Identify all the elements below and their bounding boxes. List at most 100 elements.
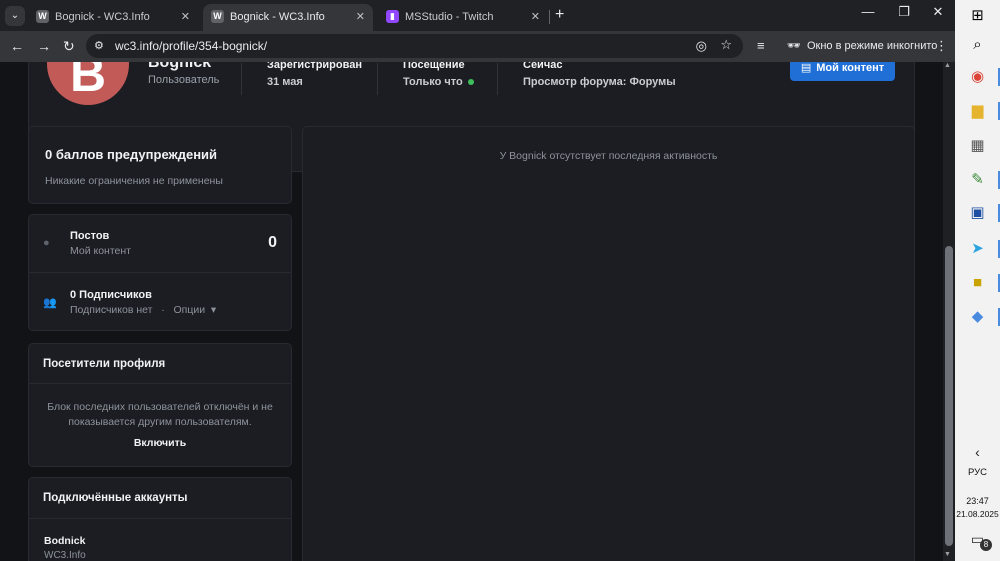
- profile-role: Пользователь: [148, 74, 220, 86]
- scroll-down-arrow[interactable]: ▼: [944, 551, 951, 558]
- incognito-icon: 🕶: [787, 40, 801, 52]
- tab-search-button[interactable]: ⌄: [5, 6, 25, 26]
- divider: [497, 63, 498, 95]
- search-icon[interactable]: ⌕: [955, 34, 1000, 56]
- site-favicon: W: [36, 10, 49, 23]
- chrome-icon[interactable]: ◉: [955, 66, 1000, 88]
- account-name[interactable]: Bodnick: [44, 535, 85, 547]
- url-text[interactable]: wc3.info/profile/354-bognick/: [115, 39, 267, 53]
- tab-strip: ⌄ W Bognick - WC3.Info ✕ W Bognick - WC3…: [0, 0, 955, 31]
- incognito-label: Окно в режиме инкогнито: [806, 40, 938, 52]
- avatar[interactable]: B: [47, 62, 129, 105]
- tab-divider: [549, 10, 550, 24]
- language-indicator[interactable]: РУС: [955, 467, 1000, 478]
- file-explorer-icon[interactable]: ▆: [955, 100, 1000, 122]
- stat-value: Только что: [403, 76, 474, 88]
- stat-value: 31 мая: [267, 76, 303, 88]
- close-icon[interactable]: ✕: [181, 10, 190, 23]
- close-window-button[interactable]: ✕: [920, 4, 956, 20]
- accounts-title: Подключённые аккаунты: [43, 492, 188, 504]
- posts-title[interactable]: Постов: [70, 230, 109, 242]
- paint-icon[interactable]: ✎: [955, 169, 1000, 191]
- notepad-icon[interactable]: ◆: [955, 306, 1000, 328]
- online-indicator: [467, 79, 474, 86]
- stat-registered: Зарегистрирован 31 мая: [267, 62, 362, 88]
- notification-icon[interactable]: ▭: [955, 531, 1000, 548]
- posts-count: 0: [268, 234, 277, 251]
- stat-label: Сейчас: [523, 62, 563, 71]
- tab-title: MSStudio - Twitch: [405, 11, 494, 23]
- incognito-indicator[interactable]: 🕶 Окно в режиме инкогнито: [779, 35, 945, 57]
- windows-taskbar: ⊞ ⌕ ◉ ▆ ▦ ✎ ▣ ➤ ■ ◆ ‹ РУС 23:47 21.08.20…: [955, 0, 1000, 561]
- media-queue-icon[interactable]: ≡: [757, 38, 765, 53]
- warnings-subtitle: Никакие ограничения не применены: [45, 175, 223, 187]
- tab-3[interactable]: ▮ MSStudio - Twitch ✕: [378, 4, 548, 31]
- divider: [241, 63, 242, 95]
- forward-button[interactable]: →: [37, 38, 51, 54]
- divider: [29, 272, 291, 273]
- app-icon[interactable]: ■: [955, 272, 1000, 294]
- address-bar[interactable]: ⚙ wc3.info/profile/354-bognick/ ◎ ☆: [86, 34, 743, 58]
- comment-icon: ●: [43, 237, 50, 249]
- twitch-icon: ▮: [386, 10, 399, 23]
- tab-2-active[interactable]: W Bognick - WC3.Info ✕: [203, 4, 373, 31]
- site-info-icon[interactable]: ⚙: [94, 39, 104, 52]
- visitors-card: Посетители профиля Блок последних пользо…: [28, 343, 292, 467]
- windows-start-icon[interactable]: ⊞: [955, 5, 1000, 27]
- telegram-icon[interactable]: ➤: [955, 238, 1000, 260]
- tab-1[interactable]: W Bognick - WC3.Info ✕: [28, 4, 198, 31]
- followers-title: 0 Подписчиков: [70, 289, 152, 301]
- divider: [29, 518, 291, 519]
- followers-options[interactable]: Опции: [173, 304, 205, 316]
- close-icon[interactable]: ✕: [531, 10, 540, 23]
- chevron-down-icon: ⌄: [10, 10, 20, 21]
- my-content-label: Мой контент: [816, 62, 885, 74]
- tab-title: Bognick - WC3.Info: [230, 11, 325, 23]
- posts-subtitle[interactable]: Мой контент: [70, 245, 131, 257]
- visitors-title: Посетители профиля: [43, 358, 166, 370]
- close-icon[interactable]: ✕: [356, 10, 365, 23]
- activity-empty-message: У Bognick отсутствует последняя активнос…: [499, 150, 718, 162]
- stats-card: ● Постов Мой контент 0 👥 0 Подписчиков П…: [28, 214, 292, 331]
- divider: [29, 383, 291, 384]
- chevron-left-icon[interactable]: ‹: [955, 444, 1000, 460]
- notification-badge: 8: [980, 539, 992, 551]
- menu-icon[interactable]: ⋮: [935, 38, 948, 54]
- new-tab-button[interactable]: +: [555, 6, 564, 24]
- page-viewport: B Bognick Пользователь Зарегистрирован 3…: [0, 62, 943, 561]
- users-icon: 👥: [43, 297, 57, 309]
- back-button[interactable]: ←: [10, 38, 24, 54]
- enable-button[interactable]: Включить: [29, 437, 291, 449]
- tab-title: Bognick - WC3.Info: [55, 11, 150, 23]
- divider: [377, 63, 378, 95]
- scrollbar-thumb[interactable]: [945, 246, 953, 546]
- reload-button[interactable]: ↻: [63, 38, 75, 54]
- clock-time[interactable]: 23:47: [955, 496, 1000, 506]
- save-disk-icon[interactable]: ▣: [955, 202, 1000, 224]
- stat-label: Зарегистрирован: [267, 62, 362, 71]
- separator-dot: ·: [155, 304, 171, 316]
- stat-value[interactable]: Просмотр форума: Форумы: [523, 76, 676, 88]
- stat-value-text: Только что: [403, 76, 463, 88]
- site-favicon: W: [211, 10, 224, 23]
- profile-name: Bognick: [148, 62, 212, 71]
- caret-down-icon[interactable]: ▾: [208, 304, 216, 316]
- calculator-icon[interactable]: ▦: [955, 135, 1000, 157]
- warnings-card: 0 баллов предупреждений Никакие ограниче…: [28, 126, 292, 204]
- stat-label: Посещение: [403, 62, 465, 71]
- followers-status: Подписчиков нет: [70, 304, 153, 316]
- star-icon[interactable]: ☆: [720, 37, 732, 53]
- warnings-title: 0 баллов предупреждений: [45, 147, 218, 162]
- eye-off-icon[interactable]: ◎: [696, 38, 707, 54]
- document-icon: ▤: [800, 62, 812, 74]
- my-content-button[interactable]: ▤ Мой контент: [790, 62, 895, 81]
- browser-toolbar: ← → ↻ ⚙ wc3.info/profile/354-bognick/ ◎ …: [0, 31, 955, 62]
- account-site: WC3.Info: [44, 550, 86, 561]
- scroll-up-arrow[interactable]: ▲: [944, 62, 951, 69]
- stat-last-visit: Посещение Только что: [403, 62, 474, 88]
- restore-button[interactable]: ❐: [886, 4, 922, 20]
- followers-subtitle: Подписчиков нет · Опции ▾: [70, 304, 216, 316]
- minimize-button[interactable]: —: [850, 4, 886, 19]
- activity-card: У Bognick отсутствует последняя активнос…: [302, 126, 915, 561]
- clock-date[interactable]: 21.08.2025: [955, 509, 1000, 519]
